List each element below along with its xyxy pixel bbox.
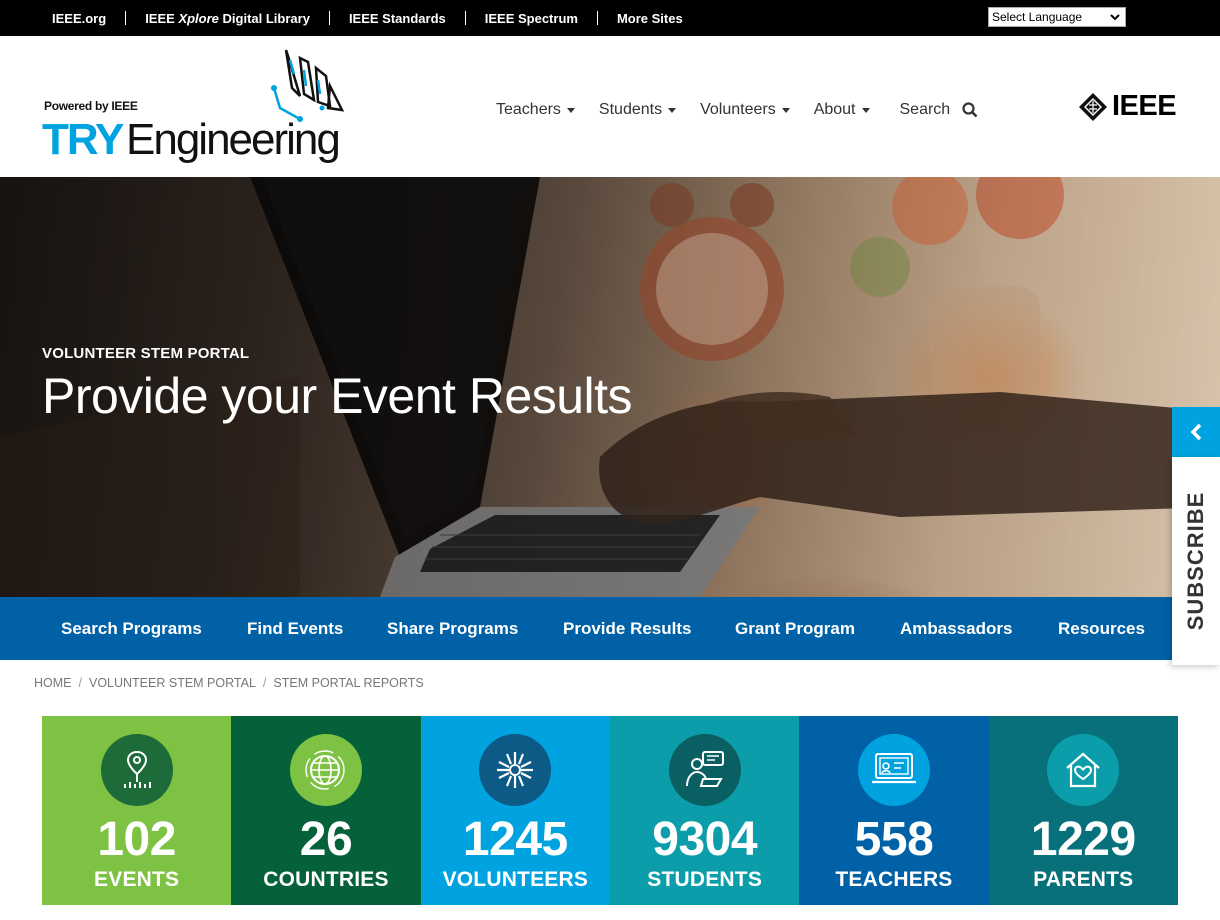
subnav-ambassadors[interactable]: Ambassadors <box>900 597 1012 660</box>
stat-value: 26 <box>299 813 353 866</box>
nav-volunteers-label: Volunteers <box>700 101 776 118</box>
nav-teachers-label: Teachers <box>496 101 561 118</box>
nav-about-label: About <box>813 101 856 118</box>
ieee-logo[interactable]: IEEE <box>1078 90 1177 123</box>
ieee-xplore-link[interactable]: IEEE Xplore Digital Library <box>145 11 310 26</box>
stat-value: 558 <box>854 813 934 866</box>
hero-kicker: VOLUNTEER STEM PORTAL <box>42 345 250 362</box>
stat-label: TEACHERS <box>835 868 953 891</box>
breadcrumb-current: STEM PORTAL REPORTS <box>273 676 424 690</box>
subnav-grant-program[interactable]: Grant Program <box>735 597 855 660</box>
divider <box>596 11 598 25</box>
stat-icon-circle <box>479 734 552 806</box>
site-header: Powered by IEEE TRY Engineering Teachers… <box>0 36 1220 177</box>
search-icon <box>962 102 978 118</box>
divider <box>328 11 330 25</box>
ieee-xplore-link-suffix: Digital Library <box>218 10 310 26</box>
portal-subnav: Search Programs Find Events Share Progra… <box>0 597 1220 660</box>
logo-engineering-text: Engineering <box>126 115 341 164</box>
stat-label: VOLUNTEERS <box>442 868 589 891</box>
subnav-share-programs[interactable]: Share Programs <box>387 597 518 660</box>
subnav-search-programs[interactable]: Search Programs <box>61 597 202 660</box>
language-select-value: Select Language <box>992 10 1083 24</box>
stat-icon-circle <box>857 734 930 806</box>
breadcrumb-separator: / <box>78 676 82 690</box>
logo-try-text: TRY <box>42 115 124 164</box>
globe-icon <box>305 750 345 790</box>
tryengineering-logo[interactable]: Powered by IEEE TRY Engineering <box>42 44 352 174</box>
caret-down-icon <box>861 107 870 113</box>
ieee-diamond-icon <box>1079 92 1107 121</box>
utility-links: IEEE.org IEEE Xplore Digital Library IEE… <box>52 0 683 36</box>
map-pin-icon <box>123 750 151 788</box>
search-button[interactable]: Search <box>900 101 979 119</box>
divider <box>125 11 127 25</box>
stat-volunteers: 1245 VOLUNTEERS <box>420 716 610 905</box>
caret-down-icon <box>668 107 677 113</box>
subscribe-label: SUBSCRIBE <box>1183 491 1208 631</box>
breadcrumb-volunteer-stem-portal[interactable]: VOLUNTEER STEM PORTAL <box>89 676 256 690</box>
subnav-resources[interactable]: Resources <box>1058 597 1145 660</box>
stat-label: STUDENTS <box>647 868 763 891</box>
breadcrumb-home[interactable]: HOME <box>34 676 72 690</box>
search-label: Search <box>899 101 951 118</box>
nav-students-label: Students <box>598 101 663 118</box>
ieee-xplore-link-prefix: IEEE <box>145 10 179 26</box>
subscribe-toggle-button[interactable] <box>1172 407 1220 457</box>
more-sites-link[interactable]: More Sites <box>617 11 683 26</box>
stat-label: COUNTRIES <box>263 868 389 891</box>
ieee-standards-link[interactable]: IEEE Standards <box>349 11 446 26</box>
language-select[interactable]: Select Language <box>988 7 1126 27</box>
ieee-spectrum-link[interactable]: IEEE Spectrum <box>485 11 578 26</box>
nav-about[interactable]: About <box>814 101 870 119</box>
stat-icon-circle <box>289 734 362 806</box>
nav-teachers[interactable]: Teachers <box>496 101 575 119</box>
stat-value: 1229 <box>1030 813 1136 866</box>
stat-icon-circle <box>1047 734 1120 806</box>
stat-value: 9304 <box>652 813 758 866</box>
stat-parents: 1229 PARENTS <box>988 716 1178 905</box>
hero-banner: VOLUNTEER STEM PORTAL Provide your Event… <box>0 177 1220 597</box>
stat-value: 102 <box>97 813 176 866</box>
ieee-logo-text: IEEE <box>1112 90 1177 122</box>
powered-by-ieee-text: Powered by IEEE <box>44 99 138 113</box>
subnav-provide-results[interactable]: Provide Results <box>563 597 692 660</box>
subnav-find-events[interactable]: Find Events <box>247 597 343 660</box>
top-utility-bar: IEEE.org IEEE Xplore Digital Library IEE… <box>0 0 1220 36</box>
hands-icon <box>497 752 534 788</box>
nav-volunteers[interactable]: Volunteers <box>700 101 790 119</box>
page-title: Provide your Event Results <box>42 368 633 424</box>
subscribe-tab[interactable]: SUBSCRIBE <box>1172 457 1220 665</box>
breadcrumb-separator: / <box>262 676 267 690</box>
ieee-xplore-link-italic: Xplore <box>178 10 219 26</box>
ieee-org-link[interactable]: IEEE.org <box>52 11 106 26</box>
circuit-fan-icon <box>271 49 345 122</box>
breadcrumb: HOME / VOLUNTEER STEM PORTAL / STEM PORT… <box>34 676 424 690</box>
chevron-down-icon <box>1110 14 1120 21</box>
stat-teachers: 558 TEACHERS <box>799 716 989 905</box>
stat-label: EVENTS <box>94 868 180 891</box>
stat-icon-circle <box>668 734 741 806</box>
caret-down-icon <box>566 107 575 113</box>
stat-students: 9304 STUDENTS <box>609 716 800 905</box>
house-heart-icon <box>1066 752 1101 788</box>
stats-row: 102 EVENTS 26 COUNTRIES 1245 VOLUNTEERS … <box>42 716 1178 905</box>
caret-down-icon <box>781 107 790 113</box>
stat-value: 1245 <box>462 813 568 866</box>
stat-events: 102 EVENTS <box>42 716 232 905</box>
chevron-left-icon <box>1190 423 1202 441</box>
divider <box>464 11 466 25</box>
presentation-board-icon <box>871 753 916 784</box>
stat-icon-circle <box>100 734 173 806</box>
stat-label: PARENTS <box>1033 868 1134 891</box>
main-nav: Teachers Students Volunteers About Searc… <box>496 98 1002 122</box>
student-laptop-icon <box>685 751 724 787</box>
nav-students[interactable]: Students <box>598 101 677 119</box>
stat-countries: 26 COUNTRIES <box>231 716 421 905</box>
